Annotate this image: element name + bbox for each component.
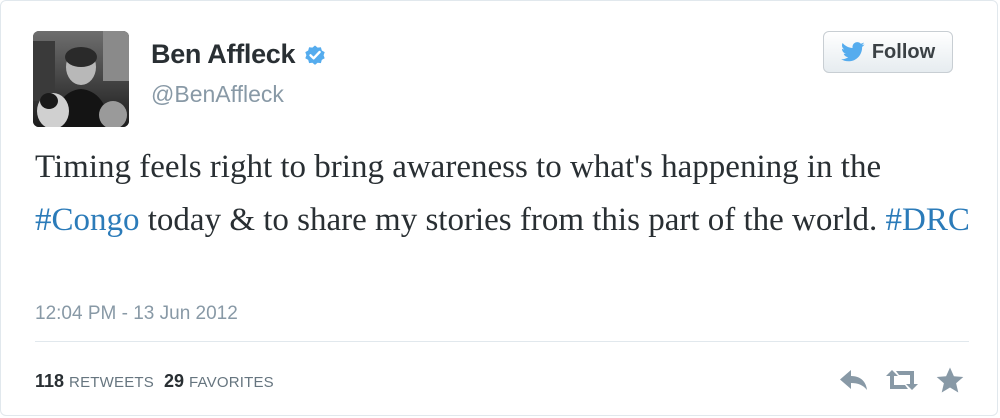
tweet-text-segment: Timing feels right to bring awareness to… [35, 149, 882, 185]
hashtag-link[interactable]: #DRC [886, 202, 970, 238]
tweet-card: Ben Affleck @BenAffleck Follow Timing fe… [0, 0, 998, 416]
follow-button[interactable]: Follow [823, 31, 953, 73]
reply-button[interactable] [837, 365, 871, 395]
retweet-button[interactable] [885, 365, 919, 395]
retweets-count[interactable]: 118 [35, 371, 64, 392]
tweet-text-segment: today & to share my stories from this pa… [139, 202, 886, 238]
favorites-label[interactable]: FAVORITES [189, 374, 274, 391]
favorites-count[interactable]: 29 [164, 371, 184, 392]
favorite-button[interactable] [933, 365, 967, 395]
hashtag-link[interactable]: #Congo [35, 202, 140, 238]
reply-icon [840, 370, 867, 390]
follow-button-label: Follow [871, 40, 936, 63]
twitter-bird-icon [840, 42, 865, 62]
star-icon [936, 367, 964, 393]
verified-badge-icon [303, 43, 327, 67]
tweet-actions [823, 365, 967, 395]
tweet-text: Timing feels right to bring awareness to… [35, 141, 975, 247]
retweets-label[interactable]: RETWEETS [69, 374, 154, 391]
divider [35, 341, 969, 342]
tweet-timestamp[interactable]: 12:04 PM - 13 Jun 2012 [35, 303, 238, 325]
tweet-stats: 118 RETWEETS 29 FAVORITES [35, 371, 284, 392]
retweet-icon [886, 370, 918, 390]
display-name[interactable]: Ben Affleck [151, 39, 296, 70]
user-handle[interactable]: @BenAffleck [151, 81, 284, 108]
avatar[interactable] [33, 31, 129, 127]
avatar-photo [33, 31, 129, 127]
name-row: Ben Affleck [151, 39, 327, 70]
